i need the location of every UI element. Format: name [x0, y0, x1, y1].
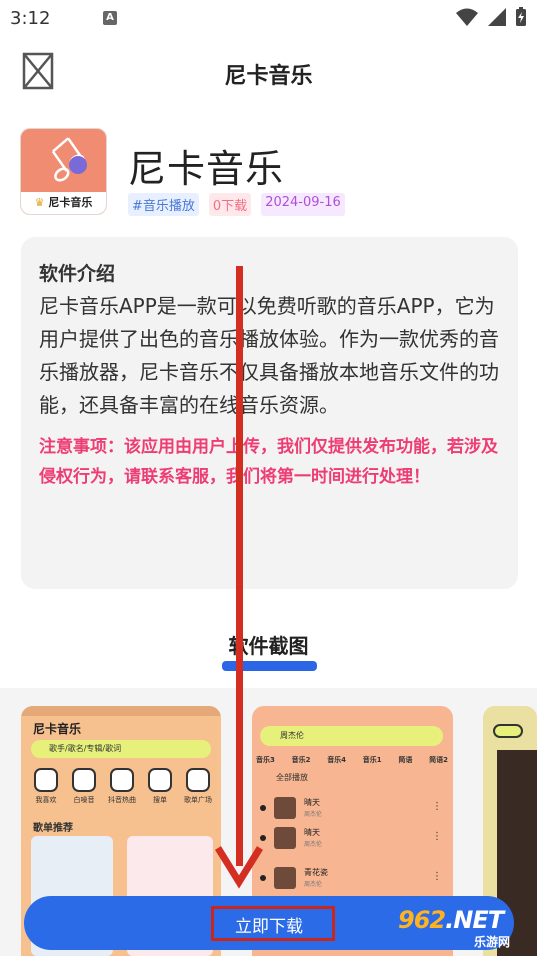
intro-body: 尼卡音乐APP是一款可以免费听歌的音乐APP，它为用户提供了出色的音乐播放体验。… — [39, 294, 499, 417]
crown-icon: ♛ — [34, 196, 45, 209]
signal-icon — [488, 8, 506, 26]
watermark-logo: 962.NET 乐游网 — [398, 906, 530, 952]
screenshot-song-row: 晴天 周杰伦 ⋮ — [258, 826, 448, 852]
screenshot-item: 搜单 — [143, 768, 177, 805]
screenshot-icon-row: 我喜欢 白噪音 抖音热曲 搜单 歌单广场 — [29, 768, 215, 805]
app-tags: #音乐播放 0下载 2024-09-16 — [128, 193, 345, 216]
screenshot-play-all: 全部播放 — [276, 773, 308, 782]
date-tag: 2024-09-16 — [261, 193, 345, 216]
screenshot-app-title: 尼卡音乐 — [33, 722, 82, 736]
notification-icon: A — [103, 11, 117, 25]
battery-icon — [516, 7, 526, 26]
song-cover — [274, 827, 296, 849]
screenshot-search-bar: 周杰伦 — [260, 726, 443, 746]
screenshot-item-label: 我喜欢 — [35, 796, 57, 804]
screenshots-title: 软件截图 — [228, 634, 309, 658]
screenshot-tabs: 音乐3 音乐2 音乐4 音乐1 简语 简语2 — [256, 755, 448, 765]
back-icon — [493, 724, 523, 738]
watermark-number: 962 — [398, 906, 446, 934]
intro-card: 软件介绍 尼卡音乐APP是一款可以免费听歌的音乐APP，它为用户提供了出色的音乐… — [21, 237, 518, 589]
more-icon: ⋮ — [432, 831, 442, 842]
status-bar: 3:12 A — [0, 0, 537, 36]
screenshot-tab: 简语 — [398, 756, 413, 764]
screenshot-item: 白噪音 — [67, 768, 101, 805]
screenshot-section-title: 歌单推荐 — [33, 823, 73, 834]
screenshot-tab: 音乐1 — [362, 756, 382, 764]
screenshot-status-bar — [21, 706, 221, 716]
heart-icon — [34, 768, 58, 792]
song-cover — [274, 797, 296, 819]
intro-title: 软件介绍 — [39, 263, 116, 285]
annotation-arrow-shaft — [236, 266, 243, 866]
song-artist: 周杰伦 — [304, 881, 323, 888]
header: 尼卡音乐 — [0, 36, 537, 108]
arrow-down-icon — [215, 846, 263, 889]
waveform-icon — [72, 768, 96, 792]
tiktok-icon — [110, 768, 134, 792]
status-icons — [455, 7, 527, 27]
song-name: 晴天 — [304, 798, 320, 807]
screenshot-item-label: 抖音热曲 — [108, 796, 136, 804]
screenshot-item: 歌单广场 — [181, 768, 215, 805]
screenshot-song-row: 青花瓷 周杰伦 ⋮ — [258, 866, 448, 892]
screenshot-song-row: 晴天 周杰伦 ⋮ — [258, 796, 448, 822]
song-artist: 周杰伦 — [304, 811, 323, 818]
app-name: 尼卡音乐 — [128, 147, 285, 191]
screenshot-tab: 音乐3 — [256, 756, 275, 764]
screenshot-item: 我喜欢 — [29, 768, 63, 805]
badge-icon — [148, 768, 172, 792]
annotation-highlight-box — [211, 906, 335, 941]
screenshot-item-label: 白噪音 — [73, 796, 95, 804]
more-icon: ⋮ — [432, 801, 442, 812]
watermark-main: 962.NET — [398, 906, 504, 934]
app-icon-caption: ♛ 尼卡音乐 — [21, 192, 106, 214]
song-name: 晴天 — [304, 828, 320, 837]
intro-notice: 注意事项：该应用由用户上传，我们仅提供发布功能，若涉及侵权行为，请联系客服，我们… — [39, 437, 498, 487]
screenshot-tab: 音乐4 — [327, 756, 347, 764]
screenshot-item-label: 歌单广场 — [184, 796, 212, 804]
screenshot-search-bar: 歌手/歌名/专辑/歌词 — [31, 740, 211, 758]
more-icon: ⋮ — [432, 871, 442, 882]
song-artist: 周杰伦 — [304, 841, 323, 848]
screenshot-tab: 简语2 — [429, 756, 448, 764]
watermark-sub: 乐游网 — [474, 935, 511, 949]
app-icon-caption-text: 尼卡音乐 — [48, 196, 93, 209]
screenshot-item-label: 搜单 — [153, 796, 167, 804]
music-note-icon — [51, 137, 87, 182]
wifi-icon — [456, 8, 478, 26]
category-tag[interactable]: #音乐播放 — [128, 193, 199, 216]
bullet-icon — [260, 805, 266, 811]
app-icon: ♛ 尼卡音乐 — [20, 128, 107, 215]
screenshot-tab: 音乐2 — [291, 756, 311, 764]
watermark-domain: .NET — [445, 906, 504, 934]
page-title: 尼卡音乐 — [224, 64, 313, 89]
song-name: 青花瓷 — [304, 868, 328, 877]
app-detail-page: 3:12 A 尼卡音乐 ♛ 尼卡音乐 尼卡音乐 #音乐播放 0下载 2024-0… — [0, 0, 537, 956]
song-cover — [274, 867, 296, 889]
grid-icon — [186, 768, 210, 792]
screenshot-item: 抖音热曲 — [105, 768, 139, 805]
status-time: 3:12 — [10, 8, 51, 29]
downloads-tag: 0下载 — [208, 193, 252, 216]
